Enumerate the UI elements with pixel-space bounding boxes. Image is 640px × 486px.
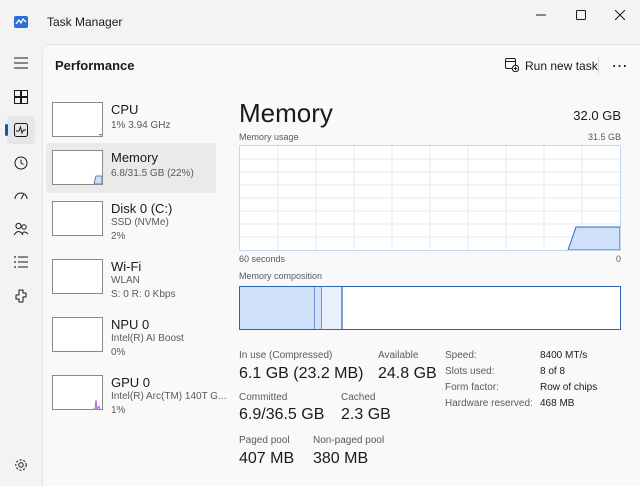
device-name: Memory — [111, 150, 158, 165]
nav-rail — [0, 44, 42, 486]
speed-value: 8400 MT/s — [540, 350, 588, 361]
device-detail: WLAN — [111, 275, 140, 286]
committed-label: Committed — [239, 392, 288, 403]
device-gpu[interactable]: GPU 0 Intel(R) Arc(TM) 140T G... 1% — [46, 368, 226, 418]
content-card: Performance Run new task ⋯ CPU 1% 3.94 G… — [42, 44, 640, 486]
device-usage: 1% — [111, 405, 126, 416]
cached-value: 2.3 GB — [341, 406, 391, 423]
gpu-thumbnail — [52, 375, 103, 411]
toolbar-divider — [598, 57, 599, 75]
device-name: Disk 0 (C:) — [111, 201, 173, 216]
users-icon[interactable] — [7, 215, 35, 243]
detail-title: Memory — [239, 98, 333, 128]
hamburger-icon[interactable] — [7, 49, 35, 77]
device-detail: Intel(R) AI Boost — [111, 333, 184, 344]
device-usage: 0% — [111, 347, 126, 358]
device-name: GPU 0 — [111, 375, 151, 390]
close-button[interactable] — [597, 0, 640, 30]
run-task-label: Run new task — [525, 59, 598, 73]
memory-usage-label: Memory usage — [239, 132, 299, 142]
device-disk[interactable]: Disk 0 (C:) SSD (NVMe) 2% — [46, 194, 216, 244]
settings-icon[interactable] — [7, 451, 35, 479]
device-name: NPU 0 — [111, 317, 150, 332]
available-value: 24.8 GB — [378, 365, 437, 382]
hardware-reserved-label: Hardware reserved: — [445, 398, 533, 409]
more-options-button[interactable]: ⋯ — [607, 54, 633, 78]
hardware-reserved-value: 468 MB — [540, 398, 575, 409]
memory-usage-max: 31.5 GB — [587, 132, 621, 142]
form-factor-value: Row of chips — [540, 382, 598, 393]
disk-thumbnail — [52, 201, 103, 236]
in-use-value: 6.1 GB (23.2 MB) — [239, 365, 364, 382]
device-wifi[interactable]: Wi-Fi WLAN S: 0 R: 0 Kbps — [46, 252, 216, 302]
memory-composition-label: Memory composition — [239, 271, 323, 281]
device-cpu[interactable]: CPU 1% 3.94 GHz — [46, 95, 216, 145]
run-new-task-button[interactable]: Run new task — [505, 54, 598, 78]
cpu-thumbnail — [52, 102, 103, 137]
device-detail: 1% 3.94 GHz — [111, 120, 171, 131]
device-detail: SSD (NVMe) — [111, 217, 169, 228]
in-use-label: In use (Compressed) — [239, 350, 333, 361]
cached-label: Cached — [341, 392, 376, 403]
device-npu[interactable]: NPU 0 Intel(R) AI Boost 0% — [46, 310, 216, 360]
window-title: Task Manager — [47, 15, 123, 29]
device-usage: S: 0 R: 0 Kbps — [111, 289, 176, 300]
memory-total: 32.0 GB — [573, 108, 621, 123]
task-manager-icon — [14, 15, 28, 29]
device-name: Wi-Fi — [111, 259, 142, 274]
npu-thumbnail — [52, 317, 103, 352]
device-name: CPU — [111, 102, 139, 117]
committed-value: 6.9/36.5 GB — [239, 406, 325, 423]
paged-pool-value: 407 MB — [239, 450, 295, 467]
composition-standby — [322, 287, 342, 329]
axis-left-label: 60 seconds — [239, 254, 286, 264]
device-memory[interactable]: Memory 6.8/31.5 GB (22%) — [46, 143, 216, 193]
title-bar: Task Manager — [0, 0, 640, 44]
wifi-thumbnail — [52, 259, 103, 294]
device-detail: Intel(R) Arc(TM) 140T G... — [111, 391, 227, 402]
app-history-icon[interactable] — [7, 149, 35, 177]
nonpaged-pool-value: 380 MB — [313, 450, 369, 467]
memory-usage-area — [567, 226, 621, 251]
startup-apps-icon[interactable] — [7, 182, 35, 210]
performance-icon[interactable] — [5, 116, 35, 144]
axis-right-label: 0 — [615, 254, 621, 264]
nonpaged-pool-label: Non-paged pool — [313, 435, 385, 446]
paged-pool-label: Paged pool — [239, 435, 290, 446]
memory-composition-bar — [239, 286, 621, 330]
slots-used-label: Slots used: — [445, 366, 495, 377]
page-title: Performance — [55, 58, 135, 73]
composition-in-use — [240, 287, 315, 329]
processes-icon[interactable] — [7, 83, 35, 111]
slots-used-value: 8 of 8 — [540, 366, 566, 377]
memory-usage-graph — [239, 145, 621, 251]
run-task-icon — [505, 57, 520, 75]
services-icon[interactable] — [7, 282, 35, 310]
device-usage: 2% — [111, 231, 126, 242]
details-icon[interactable] — [7, 248, 35, 276]
memory-thumbnail — [52, 150, 103, 185]
composition-modified — [315, 287, 322, 329]
device-detail: 6.8/31.5 GB (22%) — [111, 168, 194, 179]
form-factor-label: Form factor: — [445, 382, 499, 393]
speed-label: Speed: — [445, 350, 477, 361]
available-label: Available — [378, 350, 419, 361]
